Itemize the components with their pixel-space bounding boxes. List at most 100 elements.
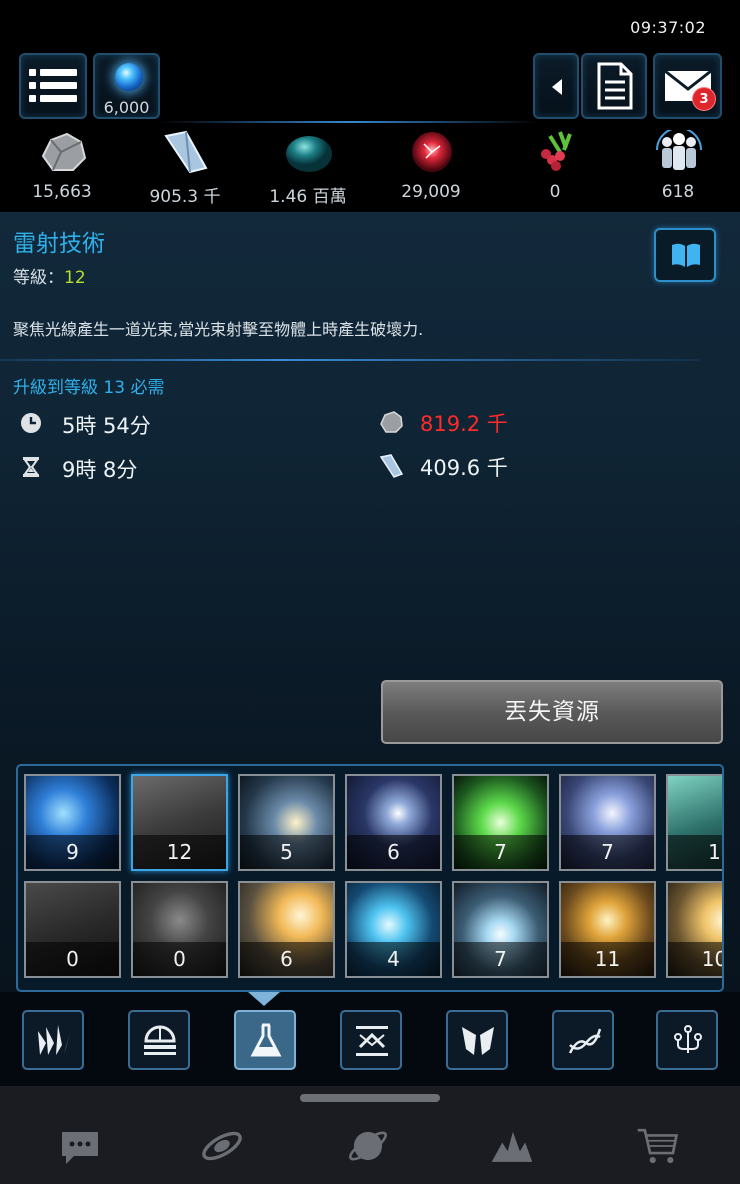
dark-matter-button[interactable]: 6,000 <box>93 53 160 119</box>
tech-cell[interactable]: 12 <box>131 774 228 871</box>
food-icon <box>541 131 572 171</box>
collapse-button[interactable] <box>533 53 579 119</box>
level-label: 等級： <box>13 268 64 288</box>
lose-resources-button[interactable]: 丟失資源 <box>381 680 723 744</box>
tech-cell[interactable]: 9 <box>24 774 121 871</box>
metal-value: 15,663 <box>32 182 92 202</box>
tech-cell-level: 7 <box>454 835 547 869</box>
menu-button[interactable] <box>19 53 87 119</box>
hourglass-icon <box>23 457 39 477</box>
tech-cell-level: 6 <box>347 835 440 869</box>
tab-research[interactable] <box>234 1010 296 1070</box>
tab-facilities[interactable] <box>128 1010 190 1070</box>
flask-icon <box>250 1023 282 1057</box>
dna-icon <box>568 1028 602 1054</box>
tab-genetics[interactable] <box>552 1010 614 1070</box>
book-icon <box>672 243 700 267</box>
clock: 09:37:02 <box>630 18 706 37</box>
mail-badge: 3 <box>692 87 716 111</box>
resource-deuterium[interactable]: 1.46 百萬 <box>253 124 363 212</box>
wait-time: 9時 8分 <box>62 458 138 482</box>
tech-cell-level: 1 <box>668 835 722 869</box>
resource-crystal[interactable]: 905.3 千 <box>130 124 240 212</box>
upgrade-requirements-title: 升級到等級 13 必需 <box>13 378 165 398</box>
galaxy-icon[interactable] <box>200 1124 244 1168</box>
info-book-button[interactable] <box>654 228 716 282</box>
dome-icon <box>144 1025 176 1055</box>
tab-shipyard[interactable] <box>340 1010 402 1070</box>
tech-cell[interactable]: 4 <box>345 881 442 978</box>
tab-resources[interactable] <box>22 1010 84 1070</box>
resource-bar: 15,663 905.3 千 1.46 百萬 29,009 0 618 <box>0 124 740 212</box>
resource-population[interactable]: 618 <box>623 124 733 212</box>
tech-title: 雷射技術 <box>13 231 105 257</box>
tech-cell[interactable]: 7 <box>559 774 656 871</box>
cart-icon[interactable] <box>636 1124 680 1168</box>
tech-cell-level: 11 <box>561 942 654 976</box>
tech-cell-level: 10 <box>668 942 722 976</box>
category-tab-bar <box>0 992 740 1086</box>
chat-icon[interactable] <box>58 1124 102 1168</box>
tech-cell[interactable]: 6 <box>345 774 442 871</box>
build-time: 5時 54分 <box>62 414 151 438</box>
tech-cell[interactable]: 7 <box>452 774 549 871</box>
mail-button[interactable]: 3 <box>653 53 722 119</box>
food-value: 0 <box>549 182 561 202</box>
tech-cell[interactable]: 1 <box>666 774 722 871</box>
research-detail-panel: 雷射技術 等級：12 聚焦光線產生一道光束,當光束射擊至物體上時產生破壞力. 升… <box>0 212 740 992</box>
crystals-icon <box>38 1025 70 1055</box>
wings-icon <box>462 1027 494 1055</box>
tech-cell-level: 12 <box>133 835 226 869</box>
resource-food[interactable]: 0 <box>500 124 610 212</box>
level-number: 12 <box>64 268 86 288</box>
tab-defense[interactable] <box>446 1010 508 1070</box>
resource-metal[interactable]: 15,663 <box>7 124 117 212</box>
tech-description: 聚焦光線產生一道光束,當光束射擊至物體上時產生破壞力. <box>13 320 424 339</box>
energy-value: 29,009 <box>401 182 461 202</box>
tech-grid: 9 12 5 6 7 7 1 0 0 6 4 7 11 10 <box>16 764 724 992</box>
top-toolbar: 6,000 3 <box>0 52 740 124</box>
active-tab-pointer <box>248 992 280 1006</box>
section-divider <box>0 359 700 361</box>
fleet-icon[interactable] <box>490 1124 534 1168</box>
tech-cell[interactable]: 5 <box>238 774 335 871</box>
planet-icon[interactable] <box>346 1124 390 1168</box>
population-value: 618 <box>661 182 695 202</box>
energy-icon <box>412 132 452 172</box>
tech-level: 等級：12 <box>13 263 86 288</box>
tech-cell[interactable]: 0 <box>131 881 228 978</box>
tech-cell-level: 0 <box>26 942 119 976</box>
tech-cell-level: 0 <box>133 942 226 976</box>
dark-matter-icon <box>115 63 143 91</box>
crystal-icon <box>379 454 404 478</box>
resource-energy[interactable]: 29,009 <box>376 124 486 212</box>
tab-tech-tree[interactable] <box>656 1010 718 1070</box>
dark-matter-value: 6,000 <box>103 98 150 117</box>
tech-cell-level: 7 <box>561 835 654 869</box>
crystal-value: 905.3 千 <box>149 187 221 207</box>
caret-left-icon <box>552 79 562 95</box>
tech-cell[interactable]: 11 <box>559 881 656 978</box>
tech-cell-level: 6 <box>240 942 333 976</box>
metal-icon <box>41 132 87 171</box>
menu-icon <box>29 69 77 102</box>
metal-cost: 819.2 千 <box>420 412 508 436</box>
tech-cell[interactable]: 6 <box>238 881 335 978</box>
tech-cell-level: 7 <box>454 942 547 976</box>
tech-cell[interactable]: 0 <box>24 881 121 978</box>
crystal-icon <box>164 130 208 174</box>
deuterium-icon <box>286 136 332 172</box>
population-icon <box>656 130 702 170</box>
clock-icon <box>21 413 41 433</box>
metal-icon <box>380 411 403 433</box>
circuit-icon <box>674 1025 702 1053</box>
tech-cell-level: 4 <box>347 942 440 976</box>
tech-cell-level: 9 <box>26 835 119 869</box>
tech-cell[interactable]: 10 <box>666 881 722 978</box>
document-icon <box>597 62 633 110</box>
crystal-cost: 409.6 千 <box>420 456 508 480</box>
deuterium-value: 1.46 百萬 <box>269 187 347 207</box>
tech-cell[interactable]: 7 <box>452 881 549 978</box>
drag-handle[interactable] <box>300 1094 440 1102</box>
reports-button[interactable] <box>581 53 647 119</box>
